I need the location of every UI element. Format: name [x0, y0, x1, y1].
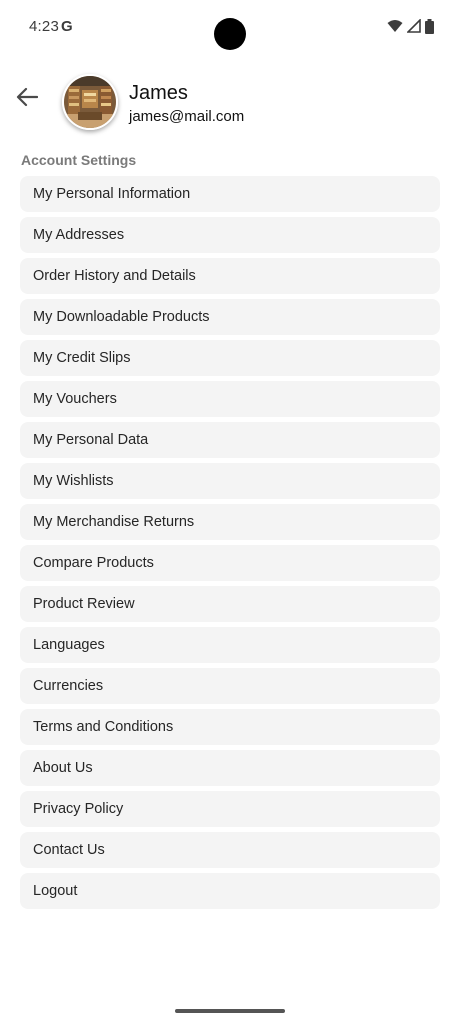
signal-icon [407, 19, 421, 33]
menu-item-credit-slips[interactable]: My Credit Slips [20, 340, 440, 376]
menu-item-addresses[interactable]: My Addresses [20, 217, 440, 253]
menu-item-order-history[interactable]: Order History and Details [20, 258, 440, 294]
menu-item-terms-and-conditions[interactable]: Terms and Conditions [20, 709, 440, 745]
profile-header: James james@mail.com [0, 70, 460, 140]
section-title: Account Settings [21, 152, 137, 168]
google-icon: G [61, 18, 73, 35]
home-indicator[interactable] [175, 1009, 285, 1013]
avatar-image [64, 76, 116, 128]
menu-item-downloadable-products[interactable]: My Downloadable Products [20, 299, 440, 335]
status-bar: 4:23 G [0, 0, 460, 56]
menu-item-logout[interactable]: Logout [20, 873, 440, 909]
menu-item-wishlists[interactable]: My Wishlists [20, 463, 440, 499]
arrow-back-icon [16, 87, 38, 107]
status-icons [387, 17, 434, 35]
menu-item-languages[interactable]: Languages [20, 627, 440, 663]
user-name: James [129, 82, 188, 104]
camera-cutout [214, 18, 246, 50]
menu-item-personal-data[interactable]: My Personal Data [20, 422, 440, 458]
menu-item-product-review[interactable]: Product Review [20, 586, 440, 622]
battery-icon [425, 18, 434, 34]
account-settings-screen: 4:23 G James james@mail.com Account Sett… [0, 0, 460, 1024]
settings-menu: My Personal Information My Addresses Ord… [20, 176, 440, 914]
avatar[interactable] [62, 74, 118, 130]
wifi-icon [387, 20, 403, 32]
menu-item-about-us[interactable]: About Us [20, 750, 440, 786]
menu-item-contact-us[interactable]: Contact Us [20, 832, 440, 868]
menu-item-privacy-policy[interactable]: Privacy Policy [20, 791, 440, 827]
menu-item-vouchers[interactable]: My Vouchers [20, 381, 440, 417]
menu-item-currencies[interactable]: Currencies [20, 668, 440, 704]
menu-item-compare-products[interactable]: Compare Products [20, 545, 440, 581]
back-button[interactable] [10, 80, 44, 114]
menu-item-merchandise-returns[interactable]: My Merchandise Returns [20, 504, 440, 540]
user-email: james@mail.com [129, 108, 245, 125]
status-time: 4:23 [29, 18, 59, 35]
menu-item-personal-information[interactable]: My Personal Information [20, 176, 440, 212]
